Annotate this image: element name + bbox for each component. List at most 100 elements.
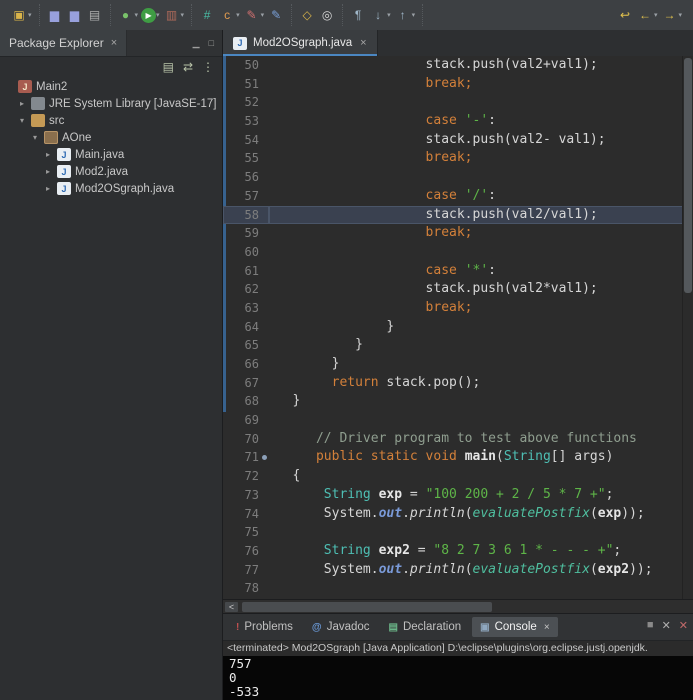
code-line[interactable]: { [269,467,693,486]
console-output[interactable]: 757 0 -533 [223,656,693,700]
maximize-icon[interactable]: □ [209,38,214,49]
dropdown-arrow-icon[interactable]: ▾ [412,11,416,19]
back-icon[interactable]: ← [636,6,654,24]
tree-item-mod2-java[interactable]: ▸ J Mod2.java [0,163,222,180]
minimize-icon[interactable]: ▁ [193,38,200,49]
code-line[interactable] [269,93,693,112]
code-line[interactable] [269,523,693,542]
show-whitespace-icon[interactable]: ¶ [349,6,367,24]
code-line[interactable]: break; [269,299,693,318]
code-line[interactable]: System.out.println(evaluatePostfix(exp))… [269,505,693,524]
tab-problems[interactable]: ! Problems [228,617,301,637]
remove-launch-icon[interactable]: ✕ [662,619,671,632]
dropdown-arrow-icon[interactable]: ▾ [135,11,139,19]
code-line[interactable]: return stack.pop(); [269,374,693,393]
next-annotation-icon[interactable]: ↓ [369,6,387,24]
code-line[interactable] [269,168,693,187]
chevron-icon[interactable]: ▸ [17,99,27,108]
link-with-editor-icon[interactable]: ⇄ [183,60,193,74]
new-wizard-icon[interactable]: ▣ [10,6,28,24]
code-line[interactable]: } [269,336,693,355]
code-line[interactable]: break; [269,224,693,243]
code-line[interactable]: break; [269,149,693,168]
code-line[interactable]: stack.push(val2*val1); [269,280,693,299]
tree-item-mod2osgraph-java[interactable]: ▸ J Mod2OSgraph.java [0,180,222,197]
code-line[interactable]: case '*': [269,262,693,281]
tree-item-main2[interactable]: J Main2 [0,78,222,95]
scrollbar-thumb[interactable] [684,58,692,293]
chevron-icon[interactable]: ▸ [43,167,53,176]
tab-declaration[interactable]: ▤ Declaration [381,617,470,637]
scrollbar-thumb[interactable] [242,602,492,612]
code-line[interactable]: String exp = "100 200 + 2 / 5 * 7 +"; [269,486,693,505]
tab-javadoc[interactable]: @ Javadoc [304,617,378,637]
code-line[interactable]: stack.push(val2- val1); [269,131,693,150]
dropdown-arrow-icon[interactable]: ▾ [387,11,391,19]
collapse-all-icon[interactable]: ▤ [163,60,174,74]
chevron-icon[interactable]: ▸ [43,150,53,159]
code-line[interactable] [269,579,693,598]
package-explorer-tab[interactable]: Package Explorer × [0,30,128,56]
forward-icon[interactable]: → [660,6,678,24]
dropdown-arrow-icon[interactable]: ▾ [236,11,240,19]
dropdown-arrow-icon[interactable]: ▾ [678,11,682,19]
code-line[interactable]: case '/': [269,187,693,206]
dropdown-arrow-icon[interactable]: ▾ [261,11,265,19]
run-icon[interactable]: ▶ [141,7,157,23]
new-class-icon[interactable]: c [218,6,236,24]
chevron-icon[interactable]: ▸ [43,184,53,193]
save-icon[interactable]: ▆ [46,6,64,24]
close-icon[interactable]: × [360,37,366,49]
vertical-scrollbar[interactable] [682,56,693,599]
code-line[interactable] [269,411,693,430]
new-annotation-icon[interactable]: ✎ [243,6,261,24]
line-number: 58 [223,205,269,225]
code-line[interactable]: System.out.println(evaluatePostfix(exp2)… [269,561,693,580]
tree-item-src[interactable]: ▾ src [0,112,222,129]
previous-annotation-icon[interactable]: ↑ [394,6,412,24]
close-icon[interactable]: × [544,622,550,633]
print-icon[interactable]: ▤ [86,6,104,24]
editor-tab-mod2osgraph[interactable]: J Mod2OSgraph.java × [223,30,378,56]
debug-icon[interactable]: ● [117,6,135,24]
tree-item-main-java[interactable]: ▸ J Main.java [0,146,222,163]
scroll-left-button[interactable]: < [225,602,238,612]
close-icon[interactable]: × [111,37,117,49]
save-all-icon[interactable]: ▆ [66,6,84,24]
code-line[interactable]: } [269,392,693,411]
tree-item-label: Mod2OSgraph.java [75,182,175,195]
tree-item-aone[interactable]: ▾ AOne [0,129,222,146]
open-type-icon[interactable]: ◇ [298,6,316,24]
code-line[interactable]: public static void main(String[] args) [269,448,693,467]
code-line[interactable]: // Driver program to test above function… [269,430,693,449]
horizontal-scrollbar[interactable]: < [223,599,693,614]
tab-console[interactable]: ▣ Console × [472,617,558,637]
code-line[interactable]: stack.push(val2+val1); [269,56,693,75]
last-edit-location-icon[interactable]: ↩ [616,6,634,24]
chevron-icon[interactable]: ▾ [30,133,40,142]
new-interface-icon[interactable]: ✎ [267,6,285,24]
coverage-icon[interactable]: ▥ [163,6,181,24]
search-icon[interactable]: ◎ [318,6,336,24]
dropdown-arrow-icon[interactable]: ▾ [28,11,32,19]
dropdown-arrow-icon[interactable]: ▾ [156,11,160,19]
code-line[interactable]: String exp2 = "8 2 7 3 6 1 * - - - +"; [269,542,693,561]
tree-item-jre-system-library-javase-17[interactable]: ▸ JRE System Library [JavaSE-17] [0,95,222,112]
remove-all-launches-icon[interactable]: ✕ [679,619,688,632]
bottom-tabs: ! Problems @ Javadoc ▤ Declaration ▣ Console × ■ ✕… [223,614,693,641]
dropdown-arrow-icon[interactable]: ▾ [654,11,658,19]
terminate-icon[interactable]: ■ [647,619,654,632]
code-line[interactable]: break; [269,75,693,94]
code-line[interactable]: } [269,355,693,374]
code-line[interactable]: case '-': [269,112,693,131]
line-number: 66 [244,357,259,371]
code-line[interactable]: } [269,318,693,337]
new-java-class-icon[interactable]: # [198,6,216,24]
code-line[interactable]: stack.push(val2/val1); [269,205,693,225]
chevron-icon[interactable]: ▾ [17,116,27,125]
dropdown-arrow-icon[interactable]: ▾ [181,11,185,19]
code-line[interactable] [269,243,693,262]
view-menu-icon[interactable]: ⋮ [202,60,214,74]
code-lines[interactable]: stack.push(val2+val1); break; case '-': … [269,56,693,599]
code-editor[interactable]: 50 51 52 53 54 55 56 57 58 59 60 61 62 63 64 65 66 67 68 69… [223,56,693,599]
